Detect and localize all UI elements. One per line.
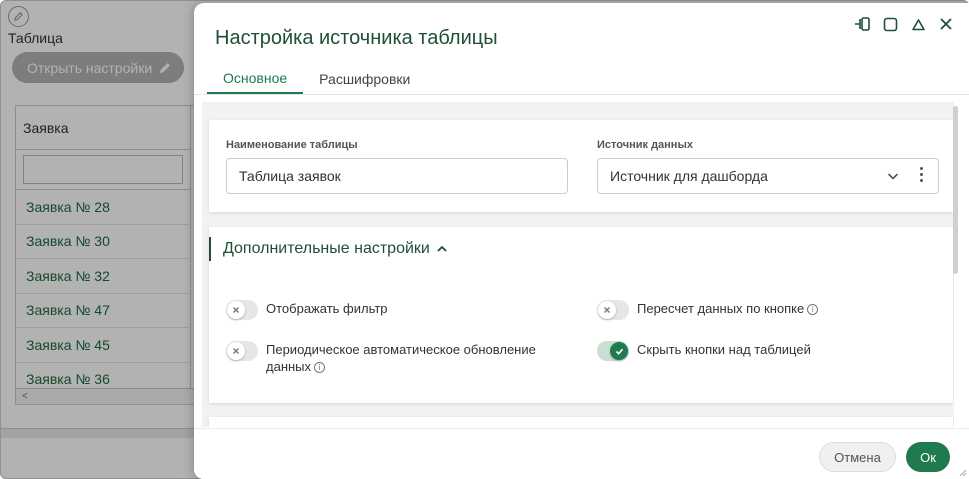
main-fields-card: Наименование таблицы Таблица заявок Исто… <box>209 120 953 212</box>
table-name-label: Наименование таблицы <box>226 139 358 151</box>
maximize-icon[interactable] <box>881 15 899 33</box>
content-scrollbar[interactable] <box>953 106 958 274</box>
toggle-row-hide-buttons: Скрыть кнопки над таблицей <box>597 341 811 361</box>
tab-basic[interactable]: Основное <box>207 63 304 94</box>
hide-buttons-toggle[interactable] <box>597 341 629 361</box>
data-source-value: Источник для дашборда <box>610 168 768 184</box>
ok-button[interactable]: Ок <box>906 442 950 472</box>
modal-content: Наименование таблицы Таблица заявок Исто… <box>202 102 954 427</box>
toggle-row-recalc-button: Пересчет данных по кнопке i <box>597 300 819 320</box>
info-icon[interactable]: i <box>807 304 819 315</box>
data-source-select[interactable]: Источник для дашборда <box>597 158 939 194</box>
pin-icon[interactable] <box>853 15 871 33</box>
modal-title: Настройка источника таблицы <box>215 27 498 49</box>
modal-footer: Отмена Ок <box>194 428 969 479</box>
toggle-row-auto-refresh: Периодическое автоматическое обновление … <box>226 341 556 375</box>
check-icon <box>615 348 623 355</box>
chevron-up-icon <box>437 245 447 252</box>
info-icon[interactable]: i <box>314 362 326 373</box>
resize-grip-icon[interactable] <box>959 469 967 477</box>
chevron-down-icon[interactable] <box>886 169 900 183</box>
recalc-button-toggle[interactable] <box>597 300 629 320</box>
tabs-divider <box>194 94 969 95</box>
data-source-label: Источник данных <box>597 139 693 151</box>
advanced-settings-title: Дополнительные настройки <box>223 240 430 257</box>
auto-refresh-label: Периодическое автоматическое обновление … <box>266 342 536 374</box>
tab-bar: Основное Расшифровки <box>207 63 426 94</box>
show-filter-toggle[interactable] <box>226 300 258 320</box>
hide-buttons-label: Скрыть кнопки над таблицей <box>637 342 811 357</box>
more-vertical-icon[interactable] <box>920 167 923 182</box>
cancel-button[interactable]: Отмена <box>819 442 896 472</box>
toggle-row-show-filter: Отображать фильтр <box>226 300 388 320</box>
show-filter-label: Отображать фильтр <box>266 301 388 316</box>
advanced-settings-header[interactable]: Дополнительные настройки <box>209 237 448 261</box>
table-name-input[interactable]: Таблица заявок <box>226 158 568 194</box>
next-card <box>209 417 953 427</box>
tab-decodings[interactable]: Расшифровки <box>303 63 426 94</box>
settings-modal: Настройка источника таблицы Основное Рас… <box>194 3 969 479</box>
recalc-button-label: Пересчет данных по кнопке <box>637 301 805 316</box>
collapse-icon[interactable] <box>909 15 927 33</box>
window-controls <box>853 15 955 33</box>
advanced-settings-card: Дополнительные настройки Отображать филь… <box>209 227 953 403</box>
auto-refresh-toggle[interactable] <box>226 341 258 361</box>
close-icon[interactable] <box>937 15 955 33</box>
